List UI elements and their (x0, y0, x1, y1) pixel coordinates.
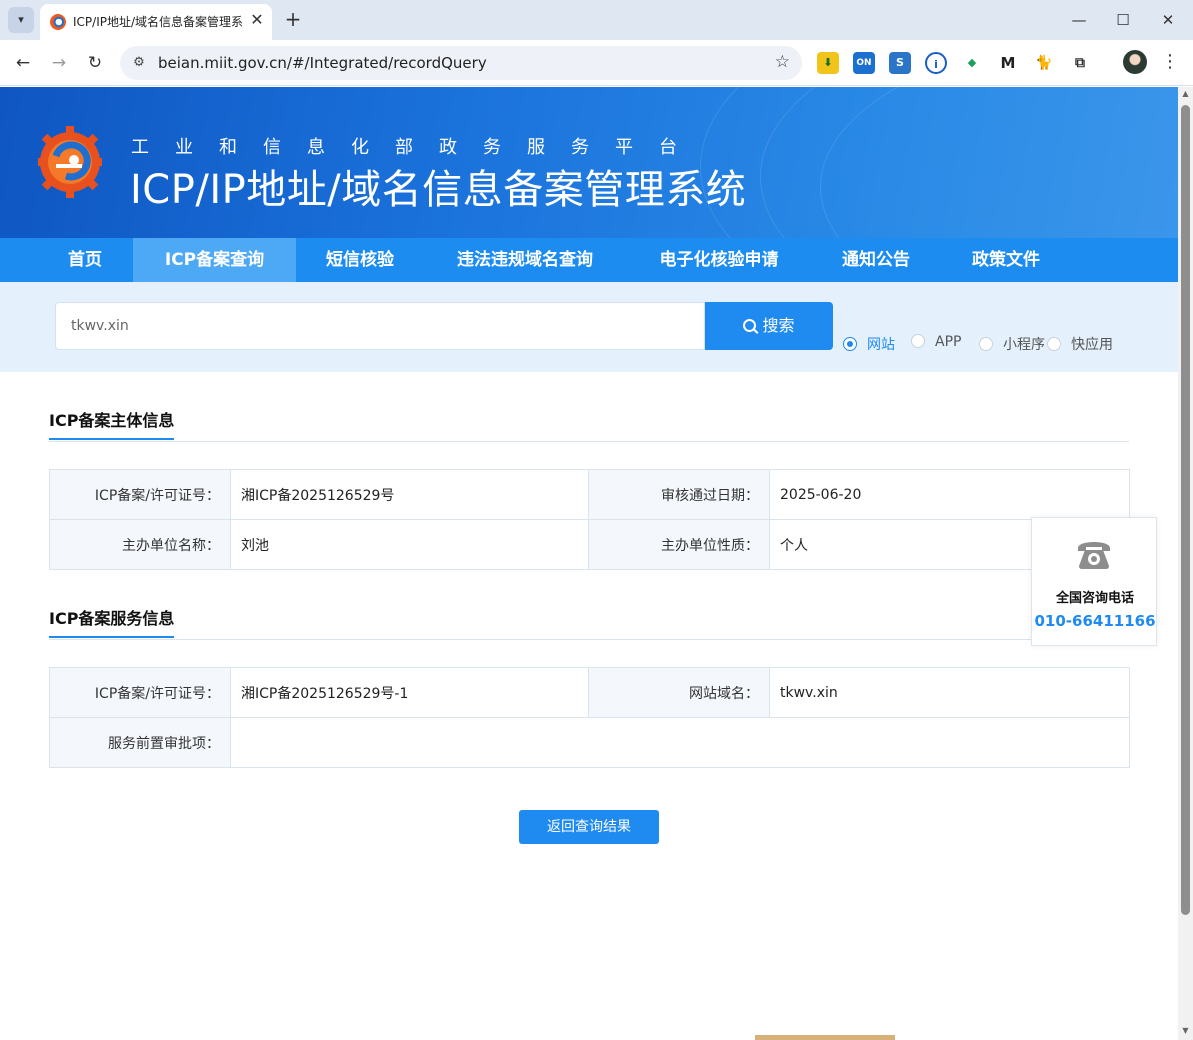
radio-label: 网站 (867, 337, 895, 353)
bottom-decoration (755, 1035, 895, 1040)
nav-item-notices[interactable]: 通知公告 (826, 238, 926, 282)
table-row: ICP备案/许可证号： 湘ICP备2025126529号 审核通过日期： 202… (49, 469, 1130, 520)
site-favicon-icon (50, 14, 66, 30)
search-icon (743, 319, 757, 332)
nav-item-illegal-domain-query[interactable]: 违法违规域名查询 (440, 238, 610, 282)
table-value: 湘ICP备2025126529号 (230, 469, 589, 520)
page-viewport: 工业和信息化部政务服务平台 ICP/IP地址/域名信息备案管理系统 首页 ICP… (0, 87, 1178, 1040)
browser-tab-bar: ▾ ICP/IP地址/域名信息备案管理系 ✕ + — ☐ ✕ (0, 0, 1193, 40)
tab-title: ICP/IP地址/域名信息备案管理系 (73, 15, 243, 29)
radio-website[interactable]: 网站 (843, 334, 895, 353)
url-text[interactable]: beian.miit.gov.cn/#/Integrated/recordQue… (158, 54, 487, 72)
radio-app[interactable]: APP (911, 334, 961, 350)
site-info-icon[interactable]: ⚙ (130, 54, 148, 72)
forward-icon[interactable]: → (46, 50, 72, 76)
table-value: 刘池 (230, 519, 589, 570)
nav-item-icp-query[interactable]: ICP备案查询 (133, 238, 296, 282)
table-value: tkwv.xin (769, 667, 1130, 718)
bird-extension-icon[interactable]: ◆ (961, 52, 983, 74)
tab-close-icon[interactable]: ✕ (248, 11, 266, 29)
radio-quick-app[interactable]: 快应用 (1047, 334, 1113, 353)
maximize-icon[interactable]: ☐ (1110, 8, 1136, 32)
scroll-up-icon[interactable]: ▲ (1178, 89, 1193, 101)
new-tab-icon[interactable]: + (282, 8, 304, 30)
hotline-widget[interactable]: 全国咨询电话 010-66411166 (1031, 517, 1157, 646)
banner-wave-decoration (820, 87, 1178, 238)
search-button[interactable]: 搜索 (705, 302, 833, 350)
scrollbar-thumb[interactable] (1181, 105, 1190, 915)
table-row: 服务前置审批项： (49, 717, 1130, 768)
subject-info-table: ICP备案/许可证号： 湘ICP备2025126529号 审核通过日期： 202… (49, 469, 1130, 570)
table-label: 审核通过日期： (588, 469, 770, 520)
hotline-number: 010-66411166 (1034, 612, 1156, 630)
bookmark-star-icon[interactable]: ☆ (775, 52, 790, 72)
table-value: 湘ICP备2025126529号-1 (230, 667, 589, 718)
table-label: ICP备案/许可证号： (49, 667, 231, 718)
table-value: 2025-06-20 (769, 469, 1130, 520)
table-label: 主办单位性质： (588, 519, 770, 570)
radio-label: 快应用 (1071, 337, 1113, 353)
info-extension-icon[interactable]: i (925, 52, 947, 74)
window-close-icon[interactable]: ✕ (1155, 8, 1181, 32)
back-icon[interactable]: ← (10, 50, 36, 76)
reload-icon[interactable]: ↻ (82, 50, 108, 76)
banner-subtitle: 工业和信息化部政务服务平台 (131, 137, 703, 158)
minimize-icon[interactable]: — (1066, 8, 1092, 32)
download-extension-icon[interactable]: ⬇ (817, 52, 839, 74)
table-label: 服务前置审批项： (49, 717, 231, 768)
browser-tab[interactable]: ICP/IP地址/域名信息备案管理系 ✕ (40, 4, 272, 40)
hotline-label: 全国咨询电话 (1055, 591, 1134, 606)
table-label: 主办单位名称： (49, 519, 231, 570)
radio-label: APP (935, 334, 962, 350)
site-banner: 工业和信息化部政务服务平台 ICP/IP地址/域名信息备案管理系统 (0, 87, 1178, 238)
page-title: ICP/IP地址/域名信息备案管理系统 (130, 167, 747, 213)
radio-mini-program[interactable]: 小程序 (979, 334, 1045, 353)
s-extension-icon[interactable]: S (889, 52, 911, 74)
return-to-results-button[interactable]: 返回查询结果 (519, 810, 659, 844)
radio-circle[interactable] (1047, 337, 1061, 351)
browser-toolbar: ← → ↻ ⚙ beian.miit.gov.cn/#/Integrated/r… (0, 40, 1193, 86)
search-button-label: 搜索 (762, 316, 795, 335)
scroll-down-icon[interactable]: ▼ (1178, 1026, 1193, 1038)
radio-circle[interactable] (911, 334, 925, 348)
miit-gear-logo-icon (38, 126, 102, 198)
search-input[interactable] (55, 302, 705, 350)
radio-circle[interactable] (843, 337, 857, 351)
on-extension-icon[interactable]: ON (853, 52, 875, 74)
nav-item-policy-docs[interactable]: 政策文件 (956, 238, 1056, 282)
table-label: 网站域名： (588, 667, 770, 718)
browser-menu-icon[interactable]: ⋮ (1160, 50, 1180, 74)
address-bar[interactable]: ⚙ beian.miit.gov.cn/#/Integrated/recordQ… (120, 46, 802, 80)
radio-circle[interactable] (979, 337, 993, 351)
service-info-title: ICP备案服务信息 (49, 605, 175, 638)
service-info-table: ICP备案/许可证号： 湘ICP备2025126529号-1 网站域名： tkw… (49, 667, 1130, 768)
section-divider (49, 441, 1129, 442)
telephone-icon (1078, 542, 1110, 569)
main-nav: 首页 ICP备案查询 短信核验 违法违规域名查询 电子化核验申请 通知公告 政策… (0, 238, 1178, 282)
profile-avatar[interactable] (1123, 50, 1147, 74)
table-value (230, 717, 1130, 768)
section-divider (49, 639, 1129, 640)
nav-item-e-verify-apply[interactable]: 电子化核验申请 (643, 238, 795, 282)
subject-info-title: ICP备案主体信息 (49, 407, 175, 440)
m-extension-icon[interactable]: M (997, 52, 1019, 74)
radio-label: 小程序 (1003, 337, 1045, 353)
tab-search-dropdown-icon[interactable]: ▾ (8, 7, 34, 33)
search-area: 搜索 网站 APP 小程序 快应用 (0, 282, 1178, 372)
nav-item-sms-verify[interactable]: 短信核验 (310, 238, 410, 282)
nav-item-home[interactable]: 首页 (47, 238, 123, 282)
table-row: ICP备案/许可证号： 湘ICP备2025126529号-1 网站域名： tkw… (49, 667, 1130, 718)
cat-extension-icon[interactable]: 🐈 (1033, 52, 1055, 74)
vertical-scrollbar[interactable]: ▲ ▼ (1178, 87, 1193, 1040)
table-row: 主办单位名称： 刘池 主办单位性质： 个人 (49, 519, 1130, 570)
puzzle-extensions-icon[interactable]: ⧉ (1069, 52, 1091, 74)
table-label: ICP备案/许可证号： (49, 469, 231, 520)
